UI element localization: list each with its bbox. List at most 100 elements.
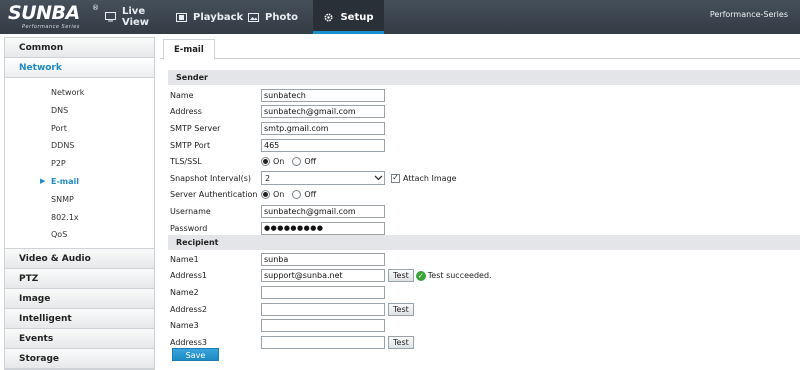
sender-name-row: Name [170, 87, 385, 104]
sidebar-item-snmp[interactable]: SNMP [5, 191, 154, 209]
field-label: Address1 [170, 271, 207, 281]
tls-ssl-row: TLS/SSL On Off [170, 153, 324, 170]
test-address1-button[interactable]: Test [388, 269, 414, 283]
recipient-name2-input[interactable] [261, 285, 385, 299]
nav-label: Photo [265, 11, 298, 23]
auth-on-radio[interactable]: On [261, 190, 285, 200]
logo-subtitle: Performance Series [22, 24, 80, 30]
smtp-server-row: SMTP Server [170, 120, 385, 137]
recipient-address2-row: Address2 Test [170, 301, 414, 318]
radio-label: Off [304, 190, 317, 200]
recipient-name1-row: Name1 [170, 251, 385, 268]
recipient-address3-input[interactable] [261, 335, 385, 349]
top-bar: SUNBA ® Performance Series Live View Pla… [0, 0, 800, 34]
field-label: Snapshot Interval(s) [170, 173, 251, 183]
radio-selected-icon [261, 190, 270, 200]
attach-image-label: Attach Image [403, 173, 457, 183]
recipient-address2-input[interactable] [261, 302, 385, 316]
recipient-name3-input[interactable] [261, 319, 385, 333]
logo-registered-mark: ® [92, 4, 99, 12]
radio-unselected-icon [292, 157, 302, 167]
recipient-name1-input[interactable] [261, 252, 385, 266]
password-input[interactable]: ●●●●●●●●● [261, 221, 385, 235]
caret-right-icon: ▶ [40, 176, 46, 185]
tls-on-radio[interactable]: On [261, 157, 285, 167]
sidebar-item-8021x[interactable]: 802.1x [5, 209, 154, 227]
sidebar-item-label: E-mail [51, 176, 80, 186]
field-label: Username [170, 206, 211, 216]
sidebar-item-ddns[interactable]: DDNS [5, 137, 154, 155]
sidebar-category-storage[interactable]: Storage [5, 349, 154, 370]
sidebar: Common Network Network DNS Port DDNS P2P… [4, 37, 155, 370]
sender-address-input[interactable] [261, 105, 385, 119]
nav-live-view[interactable]: Live View [105, 0, 167, 34]
recipient-address1-input[interactable] [261, 269, 385, 283]
nav-label: Live View [122, 6, 150, 28]
save-button[interactable]: Save [172, 348, 219, 361]
radio-label: On [273, 190, 285, 200]
sidebar-item-port[interactable]: Port [5, 120, 154, 138]
sidebar-category-network[interactable]: Network [5, 58, 154, 78]
field-label: SMTP Server [170, 123, 221, 133]
section-sender-title: Sender [168, 70, 800, 85]
select-value: 2 [265, 173, 271, 183]
field-label: Address [170, 107, 202, 117]
snapshot-interval-row: Snapshot Interval(s) 2 ✓ Attach Image [170, 170, 457, 187]
tab-email[interactable]: E-mail [163, 39, 215, 60]
recipient-name3-row: Name3 [170, 317, 385, 334]
nav-setup[interactable]: Setup [313, 0, 384, 34]
sidebar-item-email[interactable]: ▶ E-mail [5, 173, 154, 191]
field-label: Name1 [170, 254, 199, 264]
gear-icon [323, 12, 334, 23]
nav-label: Setup [340, 11, 374, 23]
sidebar-category-events[interactable]: Events [5, 329, 154, 350]
radio-selected-icon [261, 157, 270, 167]
sidebar-subitems-network: Network DNS Port DDNS P2P ▶ E-mail SNMP … [5, 78, 154, 250]
smtp-port-row: SMTP Port [170, 137, 385, 154]
field-label: Name3 [170, 321, 199, 331]
radio-label: Off [304, 157, 317, 167]
film-icon [176, 12, 187, 23]
snapshot-interval-select[interactable]: 2 [261, 171, 385, 186]
nav-playback[interactable]: Playback [176, 0, 243, 34]
field-label: Name [170, 90, 194, 100]
test-result-text: Test succeeded. [427, 271, 492, 281]
monitor-icon [105, 12, 116, 23]
sidebar-item-dns[interactable]: DNS [5, 102, 154, 120]
attach-image-checkbox[interactable]: ✓ [391, 173, 400, 183]
username-input[interactable] [261, 204, 385, 218]
logo-text: SUNBA [8, 2, 80, 24]
auth-off-radio[interactable]: Off [292, 190, 317, 200]
smtp-server-input[interactable] [261, 121, 385, 135]
sidebar-category-image[interactable]: Image [5, 289, 154, 310]
sender-name-input[interactable] [261, 88, 385, 102]
field-label: TLS/SSL [170, 157, 202, 167]
sidebar-category-ptz[interactable]: PTZ [5, 269, 154, 290]
sidebar-item-p2p[interactable]: P2P [5, 155, 154, 173]
photo-icon [248, 12, 259, 23]
nav-photo[interactable]: Photo [248, 0, 298, 34]
sidebar-category-video-audio[interactable]: Video & Audio [5, 249, 154, 270]
field-label: Server Authentication [170, 190, 258, 200]
chevron-down-icon [372, 172, 384, 184]
section-recipient-title: Recipient [168, 235, 800, 250]
check-circle-icon: ✓ [415, 270, 426, 281]
recipient-name2-row: Name2 [170, 284, 385, 301]
field-label: SMTP Port [170, 140, 211, 150]
radio-label: On [273, 157, 285, 167]
test-address3-button[interactable]: Test [388, 335, 414, 349]
sidebar-category-intelligent[interactable]: Intelligent [5, 309, 154, 330]
test-address2-button[interactable]: Test [388, 302, 414, 316]
main-panel: E-mail Sender Name Address SMTP Server S… [160, 37, 800, 370]
smtp-port-input[interactable] [261, 138, 385, 152]
field-label: Password [170, 223, 208, 233]
sidebar-category-common[interactable]: Common [5, 38, 154, 58]
radio-unselected-icon [292, 190, 302, 200]
sidebar-item-network[interactable]: Network [5, 84, 154, 102]
sender-address-row: Address [170, 104, 385, 121]
logo: SUNBA ® Performance Series [8, 2, 99, 31]
field-label: Name2 [170, 287, 199, 297]
server-auth-row: Server Authentication On Off [170, 187, 324, 204]
sidebar-item-qos[interactable]: QoS [5, 226, 154, 244]
tls-off-radio[interactable]: Off [292, 157, 317, 167]
